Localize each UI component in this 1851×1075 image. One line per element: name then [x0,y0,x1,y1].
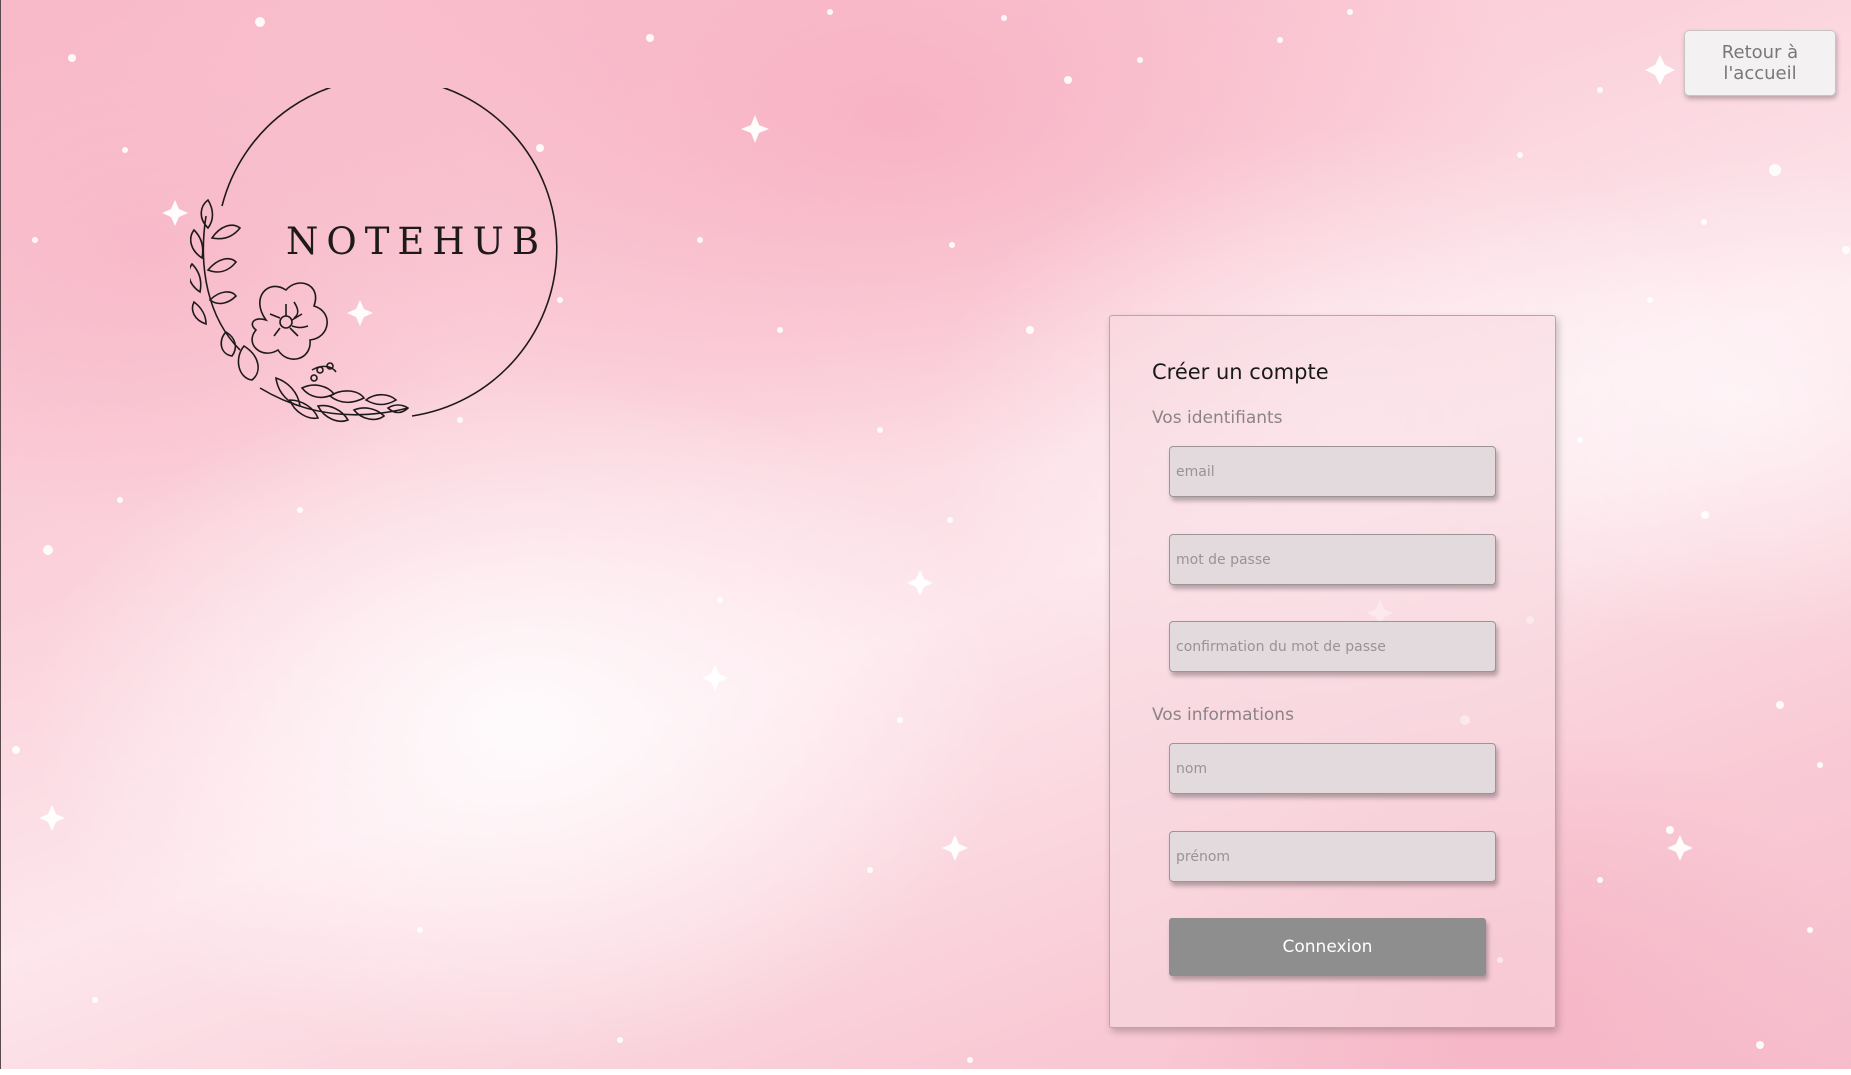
email-input[interactable] [1169,446,1496,497]
last-name-input[interactable] [1169,743,1496,794]
left-border [0,0,1,1075]
credentials-section-label: Vos identifiants [1152,408,1283,428]
info-section-label: Vos informations [1152,705,1294,725]
logo-text: NOTEHUB [286,220,548,263]
flower-wreath-icon [190,88,558,422]
notehub-logo: NOTEHUB [190,88,560,458]
submit-button[interactable]: Connexion [1169,918,1486,976]
bottom-band [0,1069,1851,1075]
password-input[interactable] [1169,534,1496,585]
back-to-home-button[interactable]: Retour à l'accueil [1684,30,1836,96]
password-confirm-input[interactable] [1169,621,1496,672]
first-name-input[interactable] [1169,831,1496,882]
form-title: Créer un compte [1152,360,1329,384]
signup-form-card: Créer un compte Vos identifiants Vos inf… [1109,315,1556,1028]
